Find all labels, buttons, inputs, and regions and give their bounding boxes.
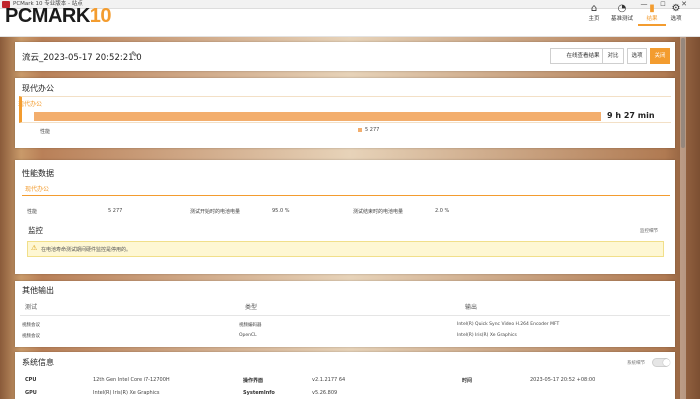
warning-icon: ⚠ [31, 244, 38, 252]
battery-life-bar [34, 112, 601, 121]
gauge-icon: ◔ [617, 3, 627, 14]
score-legend-label: 性能 [40, 129, 51, 135]
score-legend-swatch [358, 128, 362, 132]
nav-options-label: 选项 [670, 16, 682, 22]
edit-icon[interactable]: ✎ [131, 50, 138, 59]
result-name: 流云_2023-05-17 20:52:21.0 [22, 53, 142, 63]
section-title-system-info: 系统信息 [22, 358, 54, 367]
score-subtitle: 现代办公 [18, 101, 43, 108]
column-header-type: 类型 [245, 304, 258, 311]
section-title-performance: 性能数据 [22, 169, 54, 178]
section-title-other-outputs: 其他输出 [22, 286, 54, 295]
section-title-office: 现代办公 [22, 84, 54, 93]
tab-modern-office[interactable]: 现代办公 [25, 184, 49, 193]
table-cell-type: 视频编码器 [239, 323, 262, 328]
scrollbar-thumb[interactable] [681, 38, 685, 148]
nav-benchmarks[interactable]: ◔ 基准测试 [608, 2, 636, 26]
perf-value: 5 277 [108, 208, 123, 214]
sysinfo-value: Intel(R) Iris(R) Xe Graphics [93, 390, 160, 396]
sysinfo-key: 操作界面 [243, 378, 264, 384]
monitoring-details-link[interactable]: 监控细节 [640, 228, 658, 234]
nav-home[interactable]: ⌂ 主页 [580, 2, 608, 26]
table-header-divider [20, 315, 670, 316]
sysinfo-value: v2.1.2177 64 [312, 377, 346, 383]
gear-icon: ⚙ [671, 3, 681, 14]
other-outputs-card [15, 281, 675, 347]
monitoring-title: 监控 [28, 226, 43, 235]
divider [22, 195, 670, 196]
sysinfo-key: GPU [25, 390, 37, 396]
nav-options[interactable]: ⚙ 选项 [662, 2, 690, 26]
battery-end-value: 2.0 % [435, 208, 450, 214]
battery-start-label: 测试开始时的电池电量 [190, 209, 241, 215]
table-cell-output: Intel(R) Iris(R) Xe Graphics [457, 333, 517, 338]
sysinfo-key: SystemInfo [243, 390, 275, 396]
warning-text: 在电池寿命测试期间硬件监控是停用的。 [41, 247, 132, 253]
compare-button[interactable]: 对比 [602, 48, 624, 64]
pcmark-logo: PCMARK10 [5, 5, 112, 27]
battery-end-label: 测试结束时的电池电量 [353, 209, 404, 215]
perf-label: 性能 [27, 209, 38, 215]
battery-start-value: 95.0 % [272, 208, 290, 214]
table-cell-test: 视频会议 [22, 323, 40, 328]
table-cell-type: OpenCL [239, 333, 257, 338]
result-header-card: 流云_2023-05-17 20:52:21.0 ✎ 在线查看结果 对比 选项 … [15, 42, 675, 71]
toggle-knob[interactable] [663, 359, 670, 366]
nav-benchmarks-label: 基准测试 [610, 16, 633, 22]
column-header-test: 测试 [25, 304, 38, 311]
home-icon: ⌂ [590, 3, 598, 14]
nav-home-label: 主页 [588, 16, 600, 22]
table-cell-test: 视频会议 [22, 334, 40, 339]
options-button[interactable]: 选项 [627, 48, 647, 64]
close-result-button[interactable]: 关闭 [650, 48, 670, 64]
sysinfo-value: 12th Gen Intel Core i7-12700H [93, 377, 170, 383]
battery-life-value: 9 h 27 min [607, 111, 655, 120]
sysinfo-key: 时间 [462, 378, 473, 384]
sysinfo-value: v5.26.809 [312, 390, 338, 396]
table-cell-output: Intel(R) Quick Sync Video H.264 Encoder … [457, 322, 560, 327]
sysinfo-value: 2023-05-17 20:52 +08:00 [530, 377, 596, 383]
column-header-output: 输出 [465, 304, 478, 311]
score-legend-value: 5 277 [365, 127, 380, 133]
system-details-toggle-label: 系统细节 [627, 361, 645, 366]
sysinfo-key: CPU [25, 377, 37, 383]
